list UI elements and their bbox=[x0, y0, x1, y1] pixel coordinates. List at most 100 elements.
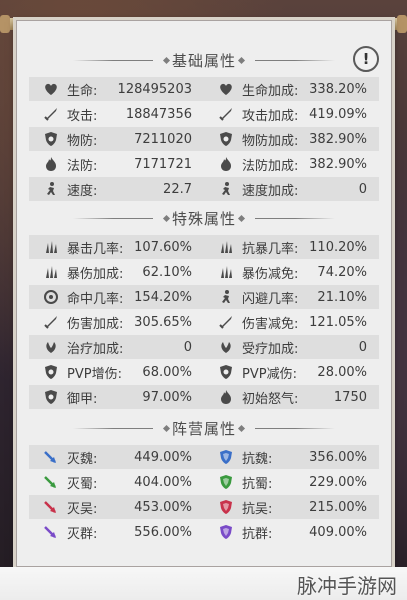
attribute-label: 命中几率: bbox=[67, 291, 124, 307]
section-title-base: 基础属性 bbox=[17, 49, 391, 71]
attribute-cell: 攻击加成: 419.09% bbox=[204, 102, 379, 126]
attribute-label: 速度: bbox=[67, 183, 98, 199]
attribute-label: 暴击几率: bbox=[67, 241, 124, 257]
special-attribute-row: 御甲: 97.00% 初始怒气: 1750 bbox=[29, 385, 379, 409]
heart-icon bbox=[43, 81, 59, 97]
attribute-cell: 生命加成: 338.20% bbox=[204, 77, 379, 101]
attribute-cell: 抗魏: 356.00% bbox=[204, 445, 379, 469]
rage-icon bbox=[218, 389, 234, 405]
camp-attribute-row: 灭群: 556.00% 抗群: 409.00% bbox=[29, 520, 379, 544]
attribute-cell: 命中几率: 154.20% bbox=[29, 285, 204, 309]
attribute-value: 21.10% bbox=[317, 289, 367, 305]
attribute-value: 0 bbox=[358, 181, 367, 197]
attributes-panel: 基础属性 ! 生命: 128495203 生命加成: 338.20% 攻击: 188473… bbox=[16, 20, 392, 567]
special-attribute-row: 命中几率: 154.20% 闪避几率: 21.10% bbox=[29, 285, 379, 309]
attribute-cell: 攻击: 18847356 bbox=[29, 102, 204, 126]
attribute-value: 121.05% bbox=[309, 314, 367, 330]
attribute-value: 107.60% bbox=[134, 239, 192, 255]
attribute-value: 382.90% bbox=[309, 131, 367, 147]
base-attribute-row: 速度: 22.7 速度加成: 0 bbox=[29, 177, 379, 201]
attribute-label: 法防: bbox=[67, 158, 98, 174]
attribute-label: 御甲: bbox=[67, 391, 98, 407]
damage-plus-icon bbox=[43, 314, 59, 330]
attribute-value: 28.00% bbox=[317, 364, 367, 380]
qun-shield-icon bbox=[218, 524, 234, 540]
dodge-icon bbox=[218, 289, 234, 305]
heal-icon bbox=[43, 339, 59, 355]
attribute-cell: 闪避几率: 21.10% bbox=[204, 285, 379, 309]
attribute-value: 154.20% bbox=[134, 289, 192, 305]
attribute-label: 抗暴几率: bbox=[242, 241, 299, 257]
special-attribute-row: 伤害加成: 305.65% 伤害减免: 121.05% bbox=[29, 310, 379, 334]
attribute-value: 229.00% bbox=[309, 474, 367, 490]
attribute-label: 抗魏: bbox=[242, 451, 273, 467]
damage-minus-icon bbox=[218, 314, 234, 330]
pvp-attack-icon bbox=[43, 364, 59, 380]
watermark: 脉冲手游网 bbox=[297, 574, 397, 598]
runner-icon bbox=[43, 181, 59, 197]
shield-icon bbox=[43, 131, 59, 147]
base-attribute-row: 生命: 128495203 生命加成: 338.20% bbox=[29, 77, 379, 101]
heart-plus-icon bbox=[218, 81, 234, 97]
attribute-label: 抗群: bbox=[242, 526, 273, 542]
wei-attack-icon bbox=[43, 449, 59, 465]
attribute-label: 攻击: bbox=[67, 108, 98, 124]
attribute-cell: 灭吴: 453.00% bbox=[29, 495, 204, 519]
warning-icon: ! bbox=[362, 50, 370, 68]
claw-guard-icon bbox=[218, 239, 234, 255]
attribute-cell: 暴伤减免: 74.20% bbox=[204, 260, 379, 284]
attribute-value: 338.20% bbox=[309, 81, 367, 97]
attribute-value: 453.00% bbox=[134, 499, 192, 515]
claw-icon bbox=[43, 239, 59, 255]
attribute-cell: 灭蜀: 404.00% bbox=[29, 470, 204, 494]
section-title-camp-text: 阵营属性 bbox=[171, 419, 236, 438]
sword-plus-icon bbox=[218, 106, 234, 122]
shu-attack-icon bbox=[43, 474, 59, 490]
attribute-label: 灭吴: bbox=[67, 501, 98, 517]
attribute-cell: 抗群: 409.00% bbox=[204, 520, 379, 544]
section-title-camp: 阵营属性 bbox=[17, 417, 391, 439]
attribute-value: 449.00% bbox=[134, 449, 192, 465]
attribute-cell: 初始怒气: 1750 bbox=[204, 385, 379, 409]
wei-shield-icon bbox=[218, 449, 234, 465]
claw-plus-icon bbox=[43, 264, 59, 280]
attribute-value: 556.00% bbox=[134, 524, 192, 540]
claw-minus-icon bbox=[218, 264, 234, 280]
attribute-label: 闪避几率: bbox=[242, 291, 299, 307]
attribute-value: 1750 bbox=[333, 389, 367, 405]
shield-plus-icon bbox=[218, 131, 234, 147]
base-attribute-row: 法防: 7171721 法防加成: 382.90% bbox=[29, 152, 379, 176]
attribute-value: 22.7 bbox=[163, 181, 192, 197]
attribute-label: 灭魏: bbox=[67, 451, 98, 467]
attribute-label: 受疗加成: bbox=[242, 341, 299, 357]
attribute-label: 速度加成: bbox=[242, 183, 299, 199]
attribute-value: 0 bbox=[183, 339, 192, 355]
attribute-cell: 速度: 22.7 bbox=[29, 177, 204, 201]
camp-attribute-row: 灭吴: 453.00% 抗吴: 215.00% bbox=[29, 495, 379, 519]
camp-attribute-row: 灭蜀: 404.00% 抗蜀: 229.00% bbox=[29, 470, 379, 494]
pvp-defense-icon bbox=[218, 364, 234, 380]
section-title-special: 特殊属性 bbox=[17, 207, 391, 229]
armor-icon bbox=[43, 389, 59, 405]
special-attribute-row: 暴击几率: 107.60% 抗暴几率: 110.20% bbox=[29, 235, 379, 259]
camp-attribute-row: 灭魏: 449.00% 抗魏: 356.00% bbox=[29, 445, 379, 469]
base-attribute-row: 物防: 7211020 物防加成: 382.90% bbox=[29, 127, 379, 151]
runner-plus-icon bbox=[218, 181, 234, 197]
info-warning-button[interactable]: ! bbox=[353, 46, 379, 72]
attribute-label: 暴伤减免: bbox=[242, 266, 299, 282]
attribute-label: 法防加成: bbox=[242, 158, 299, 174]
attribute-value: 404.00% bbox=[134, 474, 192, 490]
attribute-value: 409.00% bbox=[309, 524, 367, 540]
attribute-label: 物防加成: bbox=[242, 133, 299, 149]
attribute-label: 物防: bbox=[67, 133, 98, 149]
qun-attack-icon bbox=[43, 524, 59, 540]
attribute-value: 215.00% bbox=[309, 499, 367, 515]
wu-attack-icon bbox=[43, 499, 59, 515]
attribute-label: 抗吴: bbox=[242, 501, 273, 517]
attribute-label: 攻击加成: bbox=[242, 108, 299, 124]
attribute-cell: 治疗加成: 0 bbox=[29, 335, 204, 359]
shu-shield-icon bbox=[218, 474, 234, 490]
attribute-cell: 物防: 7211020 bbox=[29, 127, 204, 151]
attribute-value: 7211020 bbox=[134, 131, 192, 147]
attribute-cell: 灭魏: 449.00% bbox=[29, 445, 204, 469]
